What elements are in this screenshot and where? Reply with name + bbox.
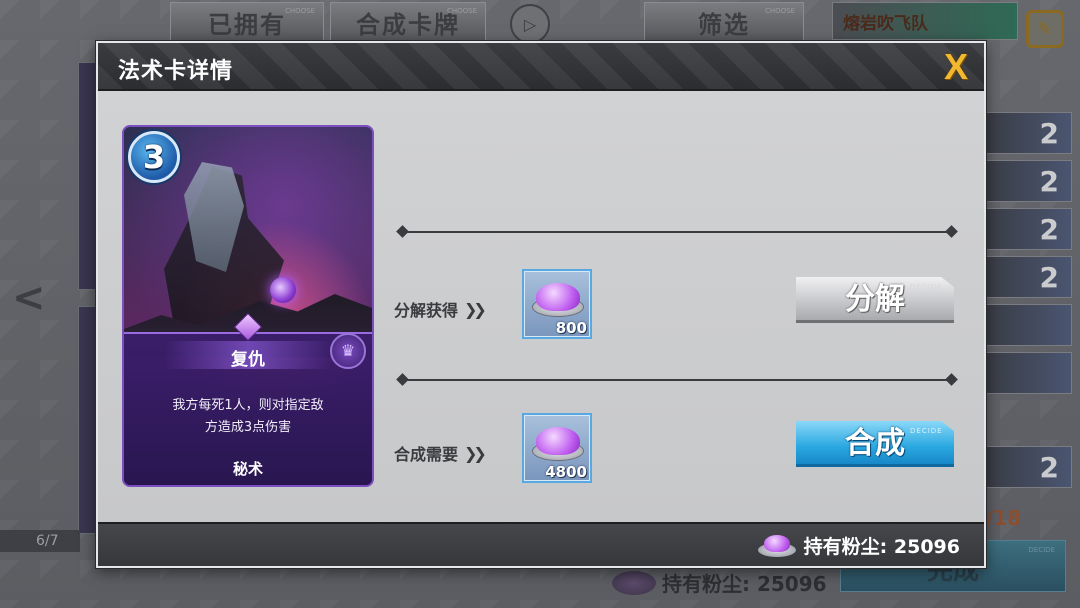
decompose-dust-amount: 800 xyxy=(555,319,587,337)
background-dust-owned-label: 持有粉尘: 25096 xyxy=(662,572,827,596)
card-description-line: 方造成3点伤害 xyxy=(204,420,292,435)
dust-owned: 持有粉尘: 25096 xyxy=(757,532,960,559)
modal-title: 法术卡详情 xyxy=(118,59,234,84)
craft-dust-amount: 4800 xyxy=(545,463,587,481)
divider xyxy=(396,373,958,386)
deck-slot-count: 2 xyxy=(1039,450,1059,484)
craft-dust-cost: 4800 xyxy=(522,413,592,483)
craft-row-label: 合成需要 ❯❯ xyxy=(394,441,487,465)
craft-button-label: 合成 xyxy=(845,426,905,461)
modal-header: 法术卡详情 X xyxy=(98,43,984,91)
tab-filter-label: 筛选 xyxy=(698,10,750,39)
spell-card-detail-modal: 法术卡详情 X 3 复仇 ♛ 我方每死1人，则对指定敌 方造成3点伤害 秘术 分… xyxy=(96,41,986,568)
tab-owned-tag: CHOOSE xyxy=(284,7,315,15)
spell-card: 3 复仇 ♛ 我方每死1人，则对指定敌 方造成3点伤害 秘术 xyxy=(122,125,374,487)
double-chevron-right-icon: ❯❯ xyxy=(464,443,487,463)
done-button-tag: DECIDE xyxy=(1028,546,1055,554)
dust-icon xyxy=(536,283,580,311)
deck-slot: 2 xyxy=(986,208,1072,250)
card-art-orb xyxy=(270,277,296,303)
card-description: 我方每死1人，则对指定敌 方造成3点伤害 xyxy=(146,395,350,439)
deck-slot-count: 2 xyxy=(1039,164,1059,198)
close-button[interactable]: X xyxy=(938,49,974,85)
tab-craft-cards: 合成卡牌 CHOOSE xyxy=(330,2,486,42)
decompose-dust-reward: 800 xyxy=(522,269,592,339)
spell-crown-icon: ♛ xyxy=(330,333,366,369)
background-dust-owned: 持有粉尘: 25096 xyxy=(612,568,827,597)
modal-footer: 持有粉尘: 25096 xyxy=(98,522,984,566)
decompose-label: 分解获得 xyxy=(394,301,459,320)
tab-filter-tag: CHOOSE xyxy=(764,7,795,15)
card-cost-badge: 3 xyxy=(128,131,180,183)
tab-owned: 已拥有 CHOOSE xyxy=(170,2,324,42)
deck-slot xyxy=(986,304,1072,346)
page-indicator: 6/7 xyxy=(0,530,80,552)
deck-slot-count: 2 xyxy=(1039,260,1059,294)
craft-button-tag: DECIDE xyxy=(910,427,943,435)
tab-owned-label: 已拥有 xyxy=(208,10,286,39)
team-name-banner: 熔岩吹飞队 xyxy=(832,2,1018,40)
decompose-button-label: 分解 xyxy=(845,282,905,317)
dust-icon xyxy=(612,570,656,595)
decompose-row-label: 分解获得 ❯❯ xyxy=(394,297,487,321)
tab-craft-cards-label: 合成卡牌 xyxy=(356,10,460,39)
left-arrow-icon: < xyxy=(12,275,46,321)
dust-icon xyxy=(757,534,796,557)
craft-label: 合成需要 xyxy=(394,445,459,464)
tab-craft-cards-tag: CHOOSE xyxy=(446,7,477,15)
deck-slot xyxy=(986,352,1072,394)
deck-slot: 2 xyxy=(986,112,1072,154)
decompose-button-tag: DECIDE xyxy=(910,283,943,291)
card-description-line: 我方每死1人，则对指定敌 xyxy=(172,398,324,413)
deck-slot-count: 2 xyxy=(1039,212,1059,246)
card-kind: 秘术 xyxy=(232,460,263,478)
edit-icon: ✎ xyxy=(1026,10,1064,48)
play-icon: ▷ xyxy=(510,4,550,44)
deck-slot: 2 xyxy=(986,256,1072,298)
dust-icon xyxy=(536,427,580,455)
double-chevron-right-icon: ❯❯ xyxy=(464,299,487,319)
tab-filter: 筛选 CHOOSE xyxy=(644,2,804,42)
deck-slot: 2 xyxy=(986,160,1072,202)
deck-card-count: /18 xyxy=(986,506,1022,530)
dust-owned-label: 持有粉尘: 25096 xyxy=(803,536,960,558)
deck-slot: 2 xyxy=(986,446,1072,488)
divider xyxy=(396,225,958,238)
deck-slot-count: 2 xyxy=(1039,116,1059,150)
